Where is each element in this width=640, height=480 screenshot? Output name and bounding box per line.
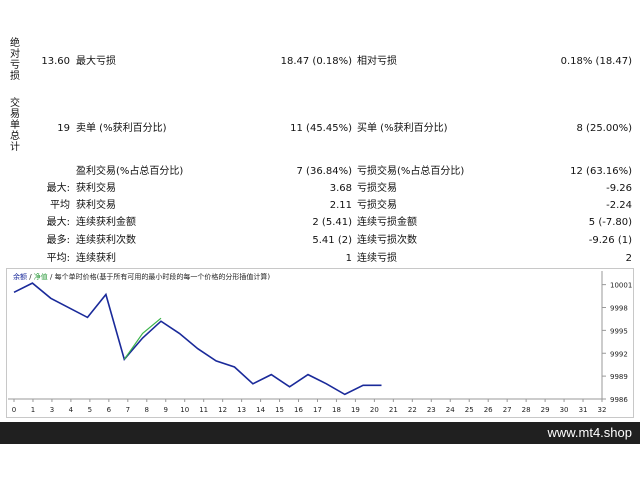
y-tick-label: 10001 xyxy=(610,282,632,290)
long-positions-value: 8 (25.00%) xyxy=(576,123,632,134)
x-tick-label: 14 xyxy=(256,406,265,414)
largest-profit-trade-label: 获利交易 xyxy=(76,183,116,194)
max-consecutive-wins-value: 2 (5.41) xyxy=(312,217,352,228)
maximum-prefix: 最大: xyxy=(46,217,70,228)
average-profit-trade-label: 获利交易 xyxy=(76,200,116,211)
maximal-prefix: 最多: xyxy=(46,235,70,246)
x-tick-label: 12 xyxy=(218,406,227,414)
relative-drawdown-label: 相对亏损 xyxy=(357,56,397,67)
profit-trades-value: 7 (36.84%) xyxy=(296,166,352,177)
average-loss-trade-value: -2.24 xyxy=(606,200,632,211)
y-tick-label: 9986 xyxy=(610,396,628,404)
x-tick-label: 32 xyxy=(598,406,607,414)
average-profit-trade-value: 2.11 xyxy=(329,200,352,211)
side-char: 单 xyxy=(10,120,20,131)
maximal-consecutive-loss-label: 连续亏损次数 xyxy=(357,235,417,246)
x-tick-label: 9 xyxy=(164,406,168,414)
largest-loss-trade-label: 亏损交易 xyxy=(357,183,397,194)
side-char: 易 xyxy=(10,109,20,120)
short-positions-label: 卖单 (%获利百分比) xyxy=(76,123,167,134)
max-consecutive-losses-label: 连续亏损金额 xyxy=(357,217,417,228)
total-trades-value: 19 xyxy=(57,123,70,134)
x-tick-label: 10 xyxy=(180,406,189,414)
max-drawdown-value: 18.47 (0.18%) xyxy=(280,56,352,67)
x-tick-label: 15 xyxy=(275,406,284,414)
footer-site-link[interactable]: www.mt4.shop xyxy=(547,424,632,442)
chart-plot: 10001999899959992998999860 1 3 4 5 6 7 8 9 10 11 12… xyxy=(8,271,632,414)
x-tick-label: 24 xyxy=(446,406,455,414)
maximal-consecutive-profit-value: 5.41 (2) xyxy=(312,235,352,246)
x-tick-label: 11 xyxy=(199,406,208,414)
average-consecutive-losses-label: 连续亏损 xyxy=(357,253,397,264)
y-tick-label: 9995 xyxy=(610,327,628,335)
long-positions-label: 买单 (%获利百分比) xyxy=(357,123,448,134)
side-char: 亏 xyxy=(10,60,20,71)
x-tick-label: 1 xyxy=(31,406,35,414)
max-drawdown-label: 最大亏损 xyxy=(76,56,116,67)
x-tick-label: 3 xyxy=(50,406,54,414)
absolute-drawdown-label: 绝 对 亏 损 xyxy=(9,38,21,82)
x-tick-label: 0 xyxy=(12,406,16,414)
x-tick-label: 20 xyxy=(370,406,379,414)
x-tick-label: 5 xyxy=(88,406,92,414)
average-consecutive-wins-label: 连续获利 xyxy=(76,253,116,264)
average-prefix: 平均 xyxy=(50,200,70,211)
side-char: 总 xyxy=(10,131,20,142)
x-tick-label: 17 xyxy=(313,406,322,414)
x-tick-label: 16 xyxy=(294,406,303,414)
x-tick-label: 28 xyxy=(522,406,531,414)
side-char: 绝 xyxy=(10,38,20,49)
balance-line xyxy=(13,282,382,396)
x-tick-label: 26 xyxy=(484,406,493,414)
x-tick-label: 25 xyxy=(465,406,474,414)
bottom-area xyxy=(0,444,640,480)
average-consecutive-losses-value: 2 xyxy=(625,253,632,264)
side-char: 交 xyxy=(10,98,20,109)
x-tick-label: 8 xyxy=(145,406,149,414)
x-tick-label: 13 xyxy=(237,406,246,414)
side-char: 损 xyxy=(10,71,20,82)
x-tick-label: 29 xyxy=(541,406,550,414)
balance-chart: 余额 / 净值 / 每个单时价格(基于所有可用的最小时段的每一个价格的分形插值计… xyxy=(6,268,634,418)
largest-prefix: 最大: xyxy=(46,183,70,194)
x-tick-label: 31 xyxy=(579,406,588,414)
top-strip xyxy=(0,0,640,30)
absolute-drawdown-value: 13.60 xyxy=(41,56,70,67)
loss-trades-label: 亏损交易(%占总百分比) xyxy=(357,166,465,177)
largest-loss-trade-value: -9.26 xyxy=(606,183,632,194)
x-tick-label: 23 xyxy=(427,406,436,414)
x-tick-label: 18 xyxy=(332,406,341,414)
x-tick-label: 27 xyxy=(503,406,512,414)
x-tick-label: 7 xyxy=(126,406,130,414)
side-char: 计 xyxy=(10,142,20,153)
maximal-consecutive-profit-label: 连续获利次数 xyxy=(76,235,136,246)
x-tick-label: 19 xyxy=(351,406,360,414)
y-tick-label: 9989 xyxy=(610,373,628,381)
x-tick-label: 6 xyxy=(107,406,112,414)
footer-bar: www.mt4.shop xyxy=(0,422,640,444)
y-tick-label: 9992 xyxy=(610,350,628,358)
average-consecutive-wins-value: 1 xyxy=(345,253,352,264)
average-loss-trade-label: 亏损交易 xyxy=(357,200,397,211)
y-tick-label: 9998 xyxy=(610,305,628,313)
maximal-consecutive-loss-value: -9.26 (1) xyxy=(588,235,632,246)
trade-summary-label: 交 易 单 总 计 xyxy=(9,98,21,153)
x-tick-label: 30 xyxy=(560,406,569,414)
side-char: 对 xyxy=(10,49,20,60)
x-tick-label: 21 xyxy=(389,406,398,414)
x-tick-label: 4 xyxy=(69,406,74,414)
average-consecutive-prefix: 平均: xyxy=(46,253,70,264)
short-positions-value: 11 (45.45%) xyxy=(290,123,352,134)
max-consecutive-wins-label: 连续获利金额 xyxy=(76,217,136,228)
x-tick-label: 22 xyxy=(408,406,417,414)
max-consecutive-losses-value: 5 (-7.80) xyxy=(588,217,632,228)
relative-drawdown-value: 0.18% (18.47) xyxy=(560,56,632,67)
profit-trades-label: 盈利交易(%占总百分比) xyxy=(76,166,184,177)
loss-trades-value: 12 (63.16%) xyxy=(570,166,632,177)
largest-profit-trade-value: 3.68 xyxy=(329,183,352,194)
